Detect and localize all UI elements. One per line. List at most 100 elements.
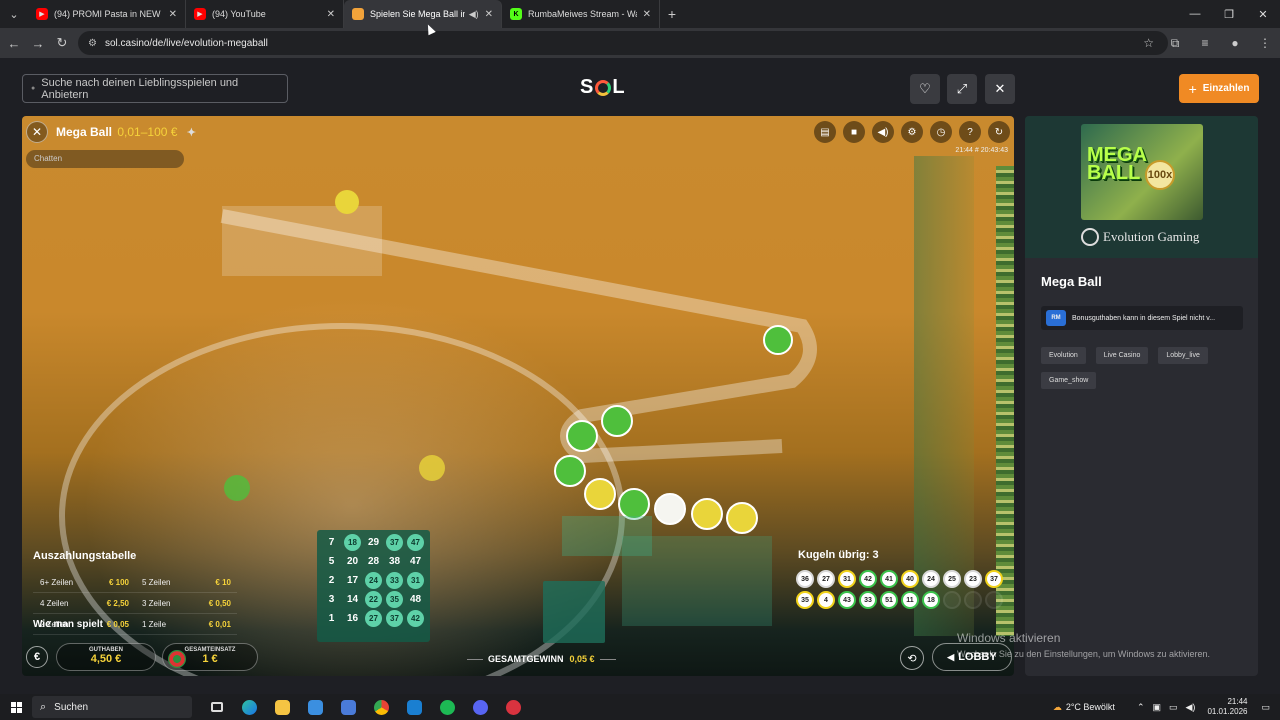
clock[interactable]: 21:44 01.01.2026 bbox=[1207, 697, 1247, 717]
balls-remaining: Kugeln übrig: 3 bbox=[798, 549, 879, 561]
tag-evolution[interactable]: Evolution bbox=[1041, 347, 1086, 364]
close-icon[interactable]: ✕ bbox=[169, 9, 177, 20]
provider-logo: Evolution Gaming bbox=[1081, 228, 1199, 246]
bonus-notice: RM Bonusguthaben kann in diesem Spiel nic… bbox=[1041, 306, 1243, 330]
close-icon[interactable]: ✕ bbox=[26, 121, 48, 143]
marked-cell: 22 bbox=[365, 591, 382, 608]
drawn-balls: 36 27 31 42 41 40 24 25 23 37 35 4 43 33 51 11 18 bbox=[796, 570, 1010, 612]
extensions-icon[interactable]: ⧉ bbox=[1160, 36, 1190, 51]
bingo-cell: 5 bbox=[328, 556, 335, 567]
tab-search-button[interactable]: ⌄ bbox=[0, 0, 28, 28]
menu-icon[interactable]: ⋮ bbox=[1250, 36, 1280, 50]
browser-tab-bar: ⌄ ▶ (94) PROMI Pasta in NEW YORK ✕ ▶ (94… bbox=[0, 0, 1280, 28]
media-icon[interactable]: ≡ bbox=[1190, 36, 1220, 50]
deposit-button[interactable]: + Einzahlen bbox=[1179, 74, 1259, 103]
settings-gear-icon[interactable]: ⚙ bbox=[901, 121, 923, 143]
app-tray-icon[interactable]: ▣ bbox=[1152, 702, 1161, 713]
drawn-ball: 18 bbox=[922, 591, 940, 609]
bingo-cell: 16 bbox=[346, 613, 359, 624]
task-view-icon[interactable] bbox=[200, 696, 233, 718]
tab-2[interactable]: ▶ (94) YouTube ✕ bbox=[186, 0, 344, 28]
bingo-cell: 31 bbox=[405, 572, 426, 589]
bingo-cell: 22 bbox=[363, 591, 384, 608]
chrome-icon[interactable] bbox=[365, 696, 398, 718]
search-placeholder: Suche nach deinen Lieblingsspielen und A… bbox=[41, 76, 239, 101]
volume-icon[interactable]: ◀) bbox=[1186, 702, 1196, 713]
file-explorer-icon[interactable] bbox=[266, 696, 299, 718]
bingo-cell: 24 bbox=[363, 572, 384, 589]
tag-lobby-live[interactable]: Lobby_live bbox=[1158, 347, 1208, 364]
back-icon[interactable]: ← bbox=[2, 36, 26, 51]
bingo-cell: 35 bbox=[384, 591, 405, 608]
live-game-stream[interactable]: ✕ Mega Ball 0,01–100 € ✦ ▤ ■ ◀) ⚙ ◷ ? ↻ … bbox=[22, 116, 1014, 676]
edge-icon[interactable] bbox=[233, 696, 266, 718]
tab-title: Spielen Sie Mega Ball im Sol bbox=[370, 9, 465, 19]
history-icon[interactable]: ◷ bbox=[930, 121, 952, 143]
fullscreen-icon[interactable]: ⤢ bbox=[947, 74, 977, 104]
bingo-cell: 47 bbox=[405, 534, 426, 551]
speaker-icon[interactable]: ◀) bbox=[469, 9, 479, 20]
paytable-row: 4 Zeilen € 2,50 3 Zeilen € 0,50 bbox=[33, 593, 237, 614]
forward-icon[interactable]: → bbox=[26, 36, 50, 51]
start-button[interactable] bbox=[0, 701, 32, 713]
network-icon[interactable]: ▭ bbox=[1169, 702, 1178, 713]
favorite-heart-icon[interactable]: ♡ bbox=[910, 74, 940, 104]
game-search-input[interactable]: ● Suche nach deinen Lieblingsspielen und… bbox=[22, 74, 288, 103]
sound-icon[interactable]: ◀) bbox=[872, 121, 894, 143]
chat-input[interactable]: Chatten bbox=[26, 150, 184, 168]
bookmark-star-icon[interactable]: ☆ bbox=[1143, 36, 1154, 50]
kick-icon: K bbox=[510, 8, 522, 20]
close-icon[interactable]: ✕ bbox=[327, 9, 335, 20]
currency-icon[interactable]: € bbox=[26, 646, 48, 668]
video-icon[interactable]: ■ bbox=[843, 121, 865, 143]
tab-1[interactable]: ▶ (94) PROMI Pasta in NEW YORK ✕ bbox=[28, 0, 186, 28]
game-bottom-bar: € GUTHABEN 4,50 € GESAMTEINSATZ 1 € GESA… bbox=[22, 638, 1014, 676]
mail-icon[interactable] bbox=[299, 696, 332, 718]
bingo-card-row: 1 16 27 37 42 bbox=[321, 609, 426, 628]
chevron-up-icon[interactable]: ⌃ bbox=[1137, 702, 1145, 713]
reload-icon[interactable]: ↻ bbox=[50, 35, 74, 51]
taskbar-search[interactable]: ⌕ Suchen bbox=[32, 696, 192, 718]
profile-icon[interactable]: ● bbox=[1220, 36, 1250, 50]
notification-icon[interactable]: ▭ bbox=[1261, 702, 1270, 713]
bingo-card-row: 5 20 28 38 47 bbox=[321, 552, 426, 571]
sol-logo[interactable]: SL bbox=[580, 76, 626, 99]
mini-card bbox=[543, 581, 605, 643]
pin-icon[interactable]: ✦ bbox=[187, 127, 196, 139]
new-tab-button[interactable]: + bbox=[660, 6, 684, 22]
close-icon[interactable]: ✕ bbox=[485, 9, 493, 20]
bingo-card[interactable]: 7 18 29 37 47 5 20 28 38 47 2 17 24 33 31 3 14 22 35 48 1 16 2… bbox=[317, 530, 430, 642]
close-game-icon[interactable]: ✕ bbox=[985, 74, 1015, 104]
paytable-title: Auszahlungstabelle bbox=[33, 550, 137, 562]
restore-icon[interactable]: ❐ bbox=[1212, 0, 1246, 28]
help-icon[interactable]: ? bbox=[959, 121, 981, 143]
decor-strip bbox=[996, 166, 1014, 636]
video-editor-icon[interactable] bbox=[398, 696, 431, 718]
how-to-play-link[interactable]: Wie man spielt bbox=[33, 619, 103, 630]
game-top-bar: ✕ Mega Ball 0,01–100 € ✦ ▤ ■ ◀) ⚙ ◷ ? ↻ … bbox=[22, 116, 1014, 154]
spotify-icon[interactable] bbox=[431, 696, 464, 718]
close-icon[interactable]: ✕ bbox=[643, 9, 651, 20]
discord-icon[interactable] bbox=[464, 696, 497, 718]
tag-live-casino[interactable]: Live Casino bbox=[1095, 347, 1149, 364]
search-icon: ⌕ bbox=[40, 700, 47, 713]
bingo-cell: 38 bbox=[388, 556, 401, 567]
autoplay-icon[interactable]: ⟲ bbox=[900, 646, 924, 670]
url-field[interactable]: ⚙ sol.casino/de/live/evolution-megaball … bbox=[78, 31, 1168, 55]
site-info-icon[interactable]: ⚙ bbox=[88, 38, 97, 49]
marked-cell: 33 bbox=[386, 572, 403, 589]
weather-widget[interactable]: ☁ 2°C Bewölkt bbox=[1053, 702, 1115, 713]
app-icon[interactable] bbox=[497, 696, 530, 718]
close-window-icon[interactable]: ✕ bbox=[1246, 0, 1280, 28]
minimize-icon[interactable]: — bbox=[1178, 0, 1212, 28]
marked-cell: 35 bbox=[386, 591, 403, 608]
store-icon[interactable] bbox=[332, 696, 365, 718]
rotate-icon[interactable]: ↻ bbox=[988, 121, 1010, 143]
chat-icon[interactable]: ▤ bbox=[814, 121, 836, 143]
tag-game-show[interactable]: Game_show bbox=[1041, 372, 1097, 389]
tab-4[interactable]: K RumbaMeiwes Stream - Watch ✕ bbox=[502, 0, 660, 28]
bingo-cell: 18 bbox=[342, 534, 363, 551]
tab-3-active[interactable]: Spielen Sie Mega Ball im Sol ◀) ✕ bbox=[344, 0, 502, 28]
youtube-icon: ▶ bbox=[36, 8, 48, 20]
bingo-cell: 42 bbox=[405, 610, 426, 627]
